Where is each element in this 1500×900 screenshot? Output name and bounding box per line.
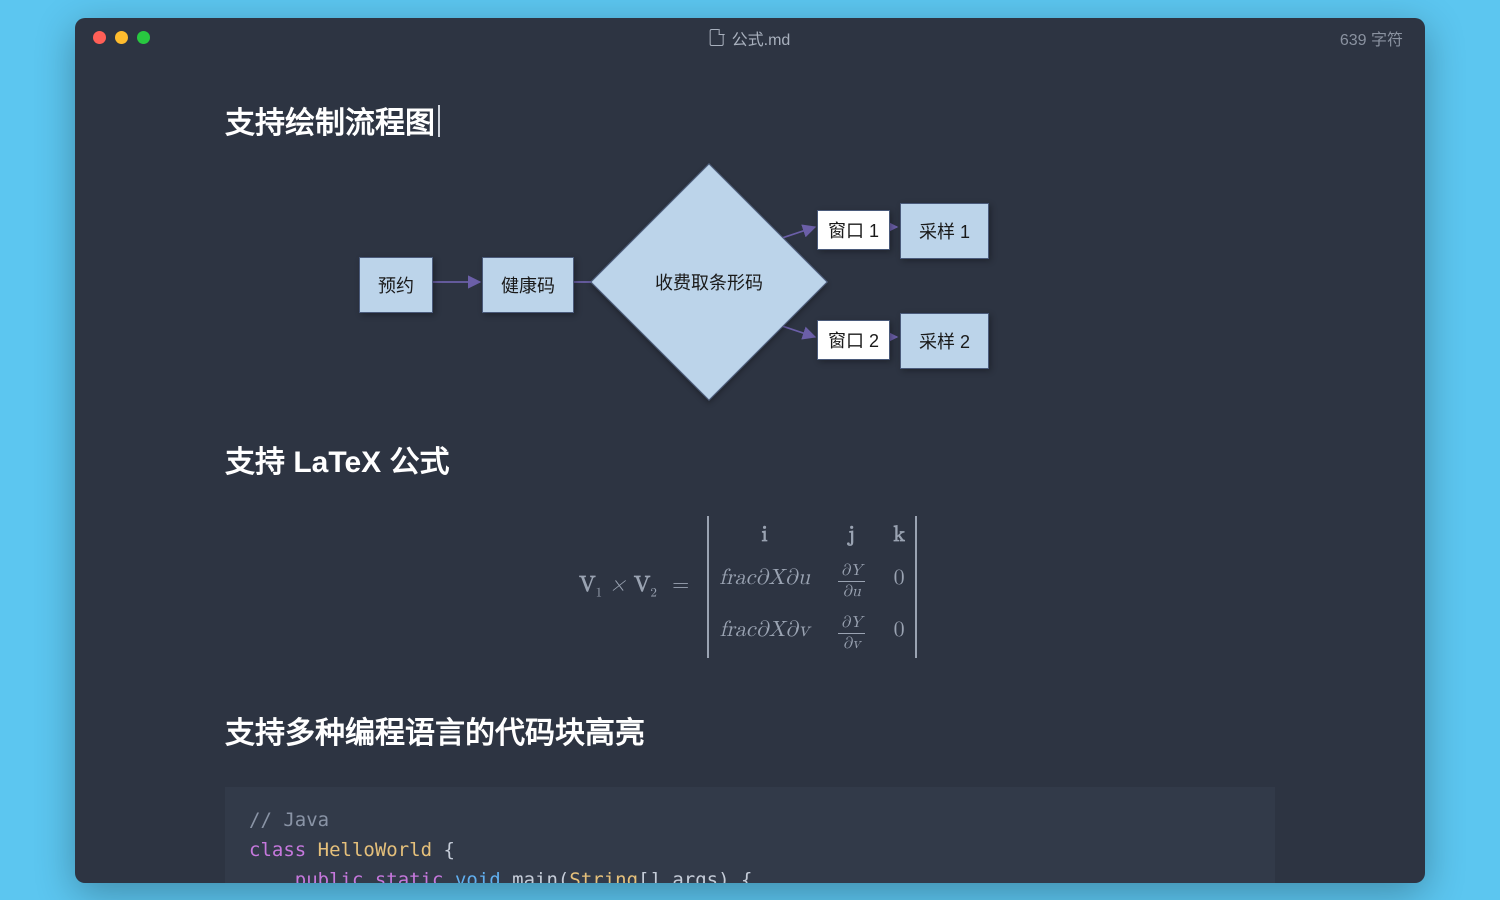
window-title: 公式.md: [710, 26, 791, 50]
latex-formula: V1 × V2 = i j k frac∂X∂u ∂Y∂u 0 frac∂X∂v: [225, 516, 1275, 658]
flow-node-healthcode: 健康码: [482, 257, 574, 313]
character-count: 639 字符: [1340, 26, 1403, 50]
file-icon: [710, 29, 724, 46]
heading-codeblock: 支持多种编程语言的代码块高亮: [225, 708, 1275, 752]
code-comment: // Java: [249, 809, 329, 831]
window-controls: [93, 31, 150, 44]
latex-matrix: i j k frac∂X∂u ∂Y∂u 0 frac∂X∂v ∂Y∂v 0: [703, 516, 921, 658]
titlebar: 公式.md 639 字符: [75, 18, 1425, 58]
flow-node-decision-label: 收费取条形码: [625, 198, 793, 366]
code-block[interactable]: // Java class HelloWorld { public static…: [225, 787, 1275, 883]
flow-node-reserve: 预约: [359, 257, 433, 313]
editor-window: 公式.md 639 字符 支持绘制流程图: [75, 18, 1425, 883]
flow-node-decision: 收费取条形码: [625, 198, 793, 366]
zoom-icon[interactable]: [137, 31, 150, 44]
minimize-icon[interactable]: [115, 31, 128, 44]
latex-v2: V: [634, 574, 651, 596]
filename: 公式.md: [732, 26, 791, 50]
latex-v1: V: [579, 574, 596, 596]
latex-times: ×: [609, 574, 626, 596]
flow-node-sample2: 采样 2: [900, 313, 989, 369]
close-icon[interactable]: [93, 31, 106, 44]
document-content[interactable]: 支持绘制流程图 预约: [75, 58, 1425, 883]
heading-latex: 支持 LaTeX 公式: [225, 437, 1275, 481]
flow-branch-window2: 窗口 2: [817, 320, 890, 360]
flow-node-sample1: 采样 1: [900, 203, 989, 259]
latex-eq: =: [672, 574, 689, 596]
flow-branch-window1: 窗口 1: [817, 210, 890, 250]
heading-flowchart: 支持绘制流程图: [225, 98, 1275, 142]
flowchart: 预约 健康码 收费取条形码 窗口 1 窗口 2 采样 1 采样 2: [335, 177, 1165, 387]
